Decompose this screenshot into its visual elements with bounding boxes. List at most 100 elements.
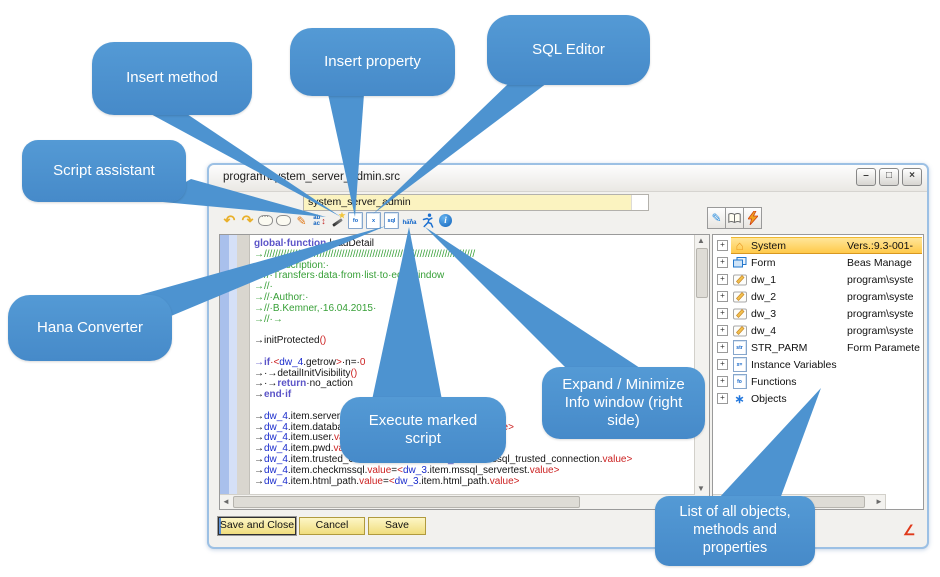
callout-insert-method: Insert method bbox=[92, 42, 252, 115]
form-icon bbox=[732, 256, 747, 269]
insert-property-icon[interactable]: x bbox=[366, 212, 381, 230]
editor-toolbar: ↶↷ ✎abac↕★foxsql→hana i bbox=[222, 210, 453, 231]
scroll-down-icon[interactable]: ▼ bbox=[695, 483, 707, 495]
undo-icon[interactable]: ↶ bbox=[222, 212, 237, 230]
code-line: →dw_4.item.checkmssql.value=<dw_3.item.m… bbox=[254, 465, 695, 476]
documentation-icon[interactable] bbox=[725, 209, 743, 227]
tree-row-objects[interactable]: + ∗ Objects bbox=[714, 390, 922, 407]
tree-row-dw-2[interactable]: + dw_2 program\syste bbox=[714, 288, 922, 305]
horizontal-scrollbar[interactable]: ◄ ► bbox=[220, 494, 695, 509]
object-browser-panel: +⌂SystemVers.:9.3-001-+FormBeas Manage+d… bbox=[712, 234, 924, 510]
expand-icon[interactable]: + bbox=[717, 240, 728, 251]
tree-row-str-parm[interactable]: + str STR_PARM Form Paramete bbox=[714, 339, 922, 356]
xvar-icon: x= bbox=[732, 358, 747, 371]
insert-method-icon[interactable]: fo bbox=[348, 212, 363, 230]
hana-converter-icon[interactable]: →hana bbox=[402, 212, 417, 230]
expand-icon[interactable]: + bbox=[717, 291, 728, 302]
str-icon: str bbox=[732, 341, 747, 354]
tree-value: program\syste bbox=[847, 325, 922, 337]
system-icon: ⌂ bbox=[732, 239, 747, 252]
scroll-up-icon[interactable]: ▲ bbox=[695, 235, 707, 247]
callout-execute-script: Execute marked script bbox=[340, 397, 506, 463]
editor-selection-margin bbox=[220, 235, 229, 495]
window-controls: – □ × bbox=[856, 168, 922, 186]
code-line bbox=[254, 324, 695, 335]
info-toggle-icon[interactable]: i bbox=[438, 212, 453, 230]
cancel-button[interactable]: Cancel bbox=[299, 517, 365, 535]
tree-label: dw_4 bbox=[751, 325, 776, 337]
tree-row-system[interactable]: +⌂SystemVers.:9.3-001- bbox=[714, 237, 922, 254]
tree-row-functions[interactable]: +foFunctions bbox=[714, 373, 922, 390]
minimize-button[interactable]: – bbox=[856, 168, 876, 186]
redo-icon[interactable]: ↷ bbox=[240, 212, 255, 230]
tree-value: Form Paramete bbox=[847, 342, 922, 354]
func-icon: fo bbox=[732, 375, 747, 388]
edit-mode-icon[interactable]: ✎ bbox=[707, 209, 725, 227]
callout-hana-converter: Hana Converter bbox=[8, 295, 172, 361]
tree-row-form[interactable]: + Form Beas Manage bbox=[714, 254, 922, 271]
tree-label: dw_3 bbox=[751, 308, 776, 320]
code-line: →if·<dw_4.getrow>·n=·0 bbox=[254, 357, 695, 368]
tree-label: STR_PARM bbox=[751, 342, 807, 354]
code-line: →//·B.Kemner,·16.04.2015· bbox=[254, 303, 695, 314]
horizontal-scroll-thumb[interactable] bbox=[233, 496, 580, 508]
tree-label: Form bbox=[751, 257, 776, 269]
code-line: →//·Description:· bbox=[254, 260, 695, 271]
uncomment-icon[interactable] bbox=[276, 212, 291, 230]
tree-row-instance-variables[interactable]: + x= Instance Variables bbox=[714, 356, 922, 373]
tree-row-dw-1[interactable]: +dw_1program\syste bbox=[714, 271, 922, 288]
expand-icon[interactable]: + bbox=[717, 376, 728, 387]
code-line: →initProtected() bbox=[254, 335, 695, 346]
save-button[interactable]: Save bbox=[368, 517, 426, 535]
tree-row-dw-3[interactable]: + dw_3 program\syste bbox=[714, 305, 922, 322]
quick-actions-icon[interactable] bbox=[743, 209, 761, 227]
code-line: →//·→ bbox=[254, 314, 695, 325]
tree-label: dw_2 bbox=[751, 291, 776, 303]
obj-icon: ∗ bbox=[732, 392, 747, 405]
object-tree: +⌂SystemVers.:9.3-001-+FormBeas Manage+d… bbox=[714, 237, 922, 494]
callout-insert-property: Insert property bbox=[290, 28, 455, 96]
tree-row-dw-4[interactable]: + dw_4 program\syste bbox=[714, 322, 922, 339]
tree-value: program\syste bbox=[847, 291, 922, 303]
callout-sql-editor: SQL Editor bbox=[487, 15, 650, 85]
code-line bbox=[254, 346, 695, 357]
tree-label: dw_1 bbox=[751, 274, 776, 286]
expand-icon[interactable]: + bbox=[717, 359, 728, 370]
expand-icon[interactable]: + bbox=[717, 308, 728, 319]
expand-icon[interactable]: + bbox=[717, 342, 728, 353]
close-button[interactable]: × bbox=[902, 168, 922, 186]
dw-icon bbox=[732, 290, 747, 303]
editor-bookmark-margin bbox=[229, 235, 237, 495]
script-assistant-icon[interactable]: ★ bbox=[330, 212, 345, 230]
expand-icon[interactable]: + bbox=[717, 257, 728, 268]
expand-icon[interactable]: + bbox=[717, 325, 728, 336]
scroll-left-icon[interactable]: ◄ bbox=[220, 496, 232, 508]
code-line: →///////////////////////////////////////… bbox=[254, 249, 695, 260]
window-title: program\system_server_admin.src bbox=[223, 171, 400, 183]
script-editor-window: program\system_server_admin.src – □ × sy… bbox=[207, 163, 929, 549]
code-line: →//·Transfers·data·from·list·to·edit·win… bbox=[254, 270, 695, 281]
comment-icon[interactable] bbox=[258, 212, 273, 230]
code-line: global·function·loadDetail bbox=[254, 238, 695, 249]
maximize-button[interactable]: □ bbox=[879, 168, 899, 186]
save-and-close-button[interactable]: Save and Close bbox=[218, 517, 296, 535]
tree-scroll-right-icon[interactable]: ► bbox=[873, 496, 885, 508]
execute-script-icon[interactable] bbox=[420, 212, 435, 230]
vertical-scrollbar[interactable]: ▲ ▼ bbox=[694, 235, 709, 495]
tree-value: program\syste bbox=[847, 308, 922, 320]
expand-icon[interactable]: + bbox=[717, 393, 728, 404]
callout-expand-minimize: Expand / Minimize Info window (right sid… bbox=[542, 367, 705, 439]
sql-editor-icon[interactable]: sql bbox=[384, 212, 399, 230]
expand-icon[interactable]: + bbox=[717, 274, 728, 285]
tree-label: Objects bbox=[751, 393, 787, 405]
title-bar: program\system_server_admin.src – □ × bbox=[209, 165, 927, 192]
format-brush-icon[interactable]: ✎ bbox=[294, 212, 309, 230]
editor-fold-margin bbox=[237, 235, 250, 495]
vertical-scroll-thumb[interactable] bbox=[696, 248, 708, 298]
tree-value: Beas Manage bbox=[847, 257, 922, 269]
case-convert-icon[interactable]: abac↕ bbox=[312, 212, 327, 230]
script-name-field[interactable]: system_server_admin bbox=[303, 194, 649, 211]
code-line: →dw_4.item.html_path.value=<dw_3.item.ht… bbox=[254, 476, 695, 487]
tree-label: Instance Variables bbox=[751, 359, 837, 371]
beas-corner-icon[interactable]: ∠ bbox=[903, 522, 916, 539]
